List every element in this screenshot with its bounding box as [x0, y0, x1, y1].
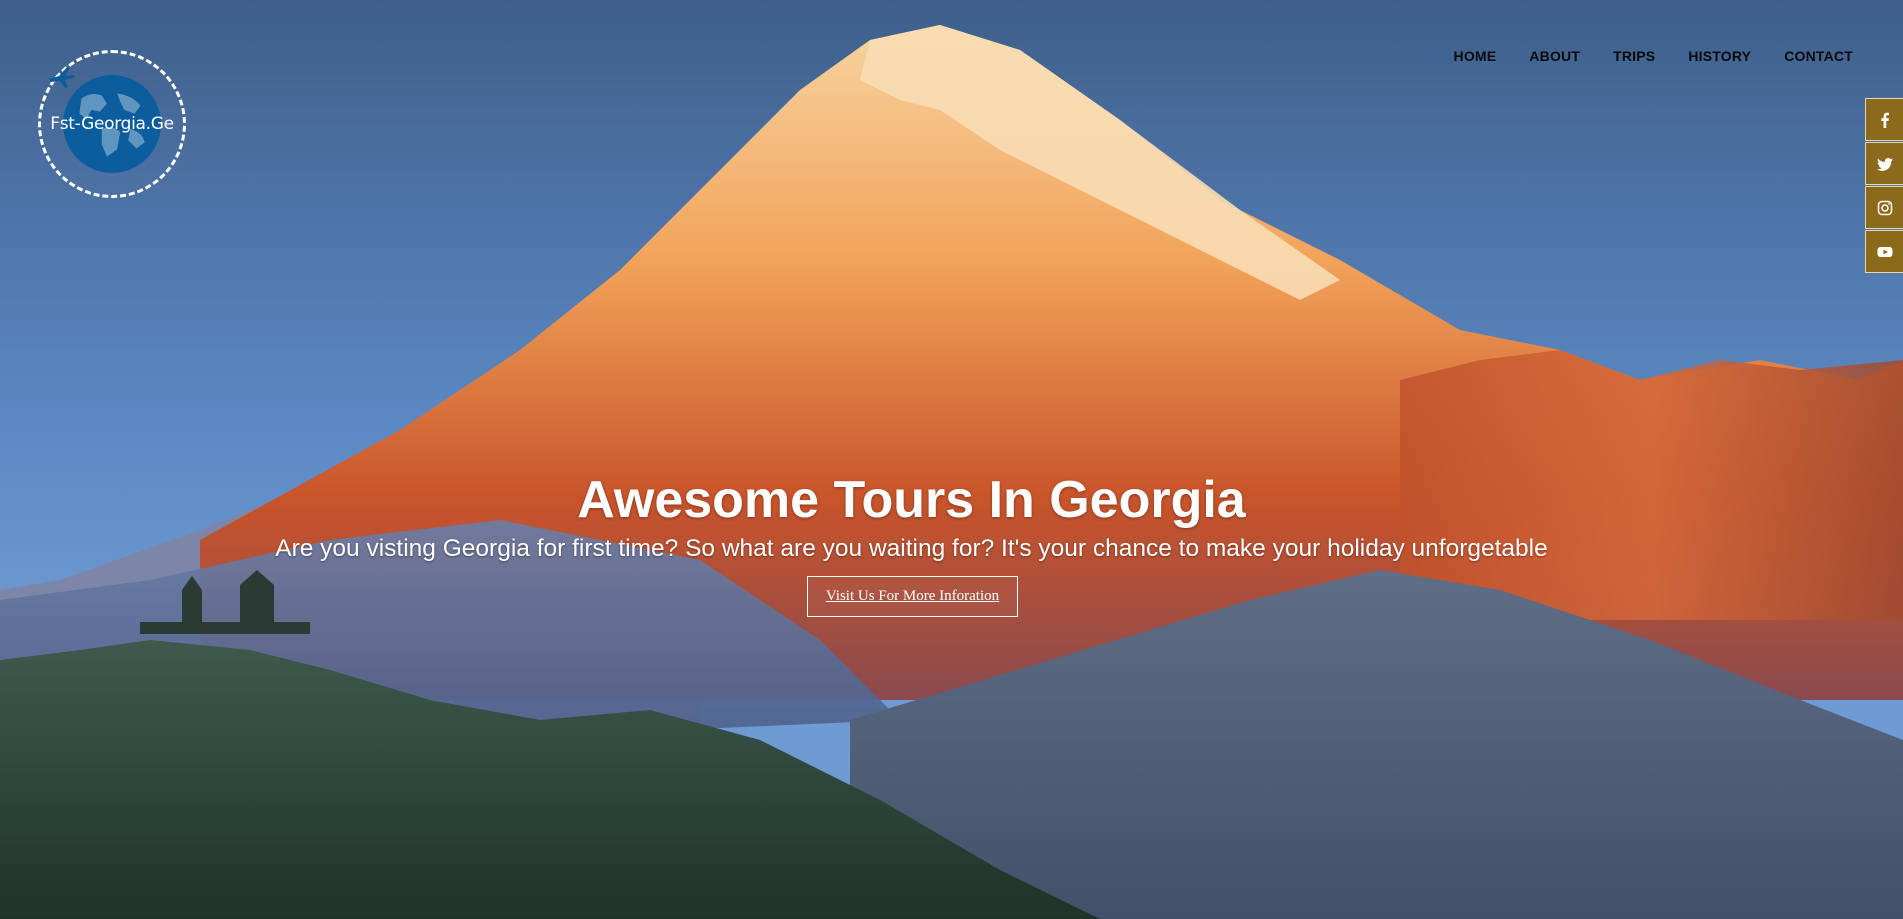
facebook-icon	[1880, 112, 1889, 128]
nav-item-contact[interactable]: CONTACT	[1784, 48, 1853, 64]
twitter-icon	[1876, 157, 1893, 171]
logo-text: Fst-Georgia.Ge	[50, 114, 174, 134]
hero-subtitle: Are you visting Georgia for first time? …	[275, 535, 1548, 562]
visit-us-button[interactable]: Visit Us For More Inforation	[807, 576, 1018, 617]
social-sidebar	[1865, 98, 1903, 274]
nav-item-history[interactable]: HISTORY	[1688, 48, 1751, 64]
nav-item-home[interactable]: HOME	[1454, 48, 1497, 64]
twitter-link[interactable]	[1865, 142, 1903, 185]
youtube-link[interactable]	[1865, 230, 1903, 273]
main-nav: HOME ABOUT TRIPS HISTORY CONTACT	[1421, 48, 1853, 64]
nav-item-about[interactable]: ABOUT	[1529, 48, 1580, 64]
site-logo[interactable]: Fst-Georgia.Ge	[38, 50, 186, 198]
nav-item-trips[interactable]: TRIPS	[1613, 48, 1655, 64]
hero-background-image	[0, 0, 1903, 919]
hero-section: Fst-Georgia.Ge HOME ABOUT TRIPS HISTORY …	[0, 0, 1903, 919]
hero-title: Awesome Tours In Georgia	[577, 471, 1246, 529]
instagram-link[interactable]	[1865, 186, 1903, 229]
instagram-icon	[1877, 200, 1892, 215]
facebook-link[interactable]	[1865, 98, 1903, 141]
youtube-icon	[1877, 246, 1892, 257]
